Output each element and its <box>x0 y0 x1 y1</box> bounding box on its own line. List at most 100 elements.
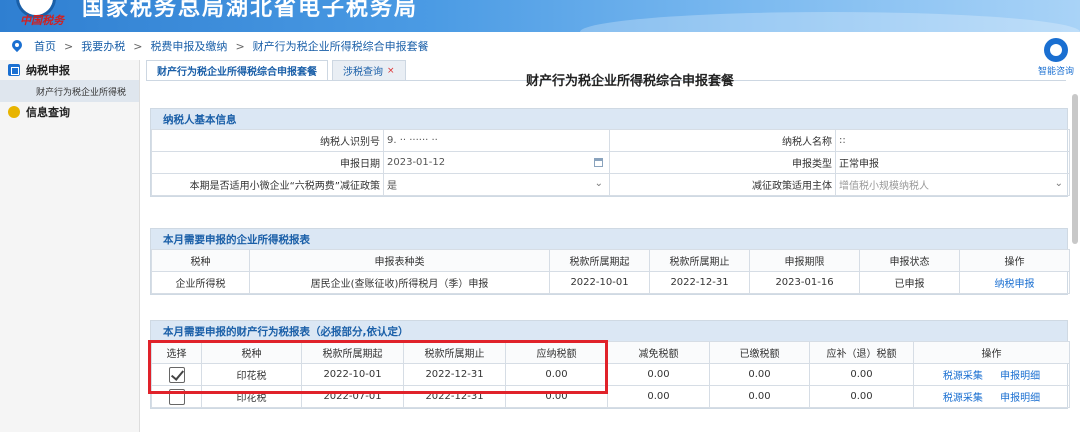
source-collect-link[interactable]: 税源采集 <box>943 371 983 382</box>
column-header: 申报表种类 <box>249 249 550 272</box>
filing-icon <box>8 64 20 76</box>
chevron-down-icon: ⌄ <box>594 178 603 189</box>
cell-due: 0.00 <box>809 385 914 408</box>
breadcrumb-home[interactable]: 首页 <box>34 38 56 54</box>
panel-title: 纳税人基本信息 <box>151 109 1067 129</box>
cell-relief: 0.00 <box>607 385 710 408</box>
sidebar-group-filing[interactable]: 纳税申报 <box>0 60 139 80</box>
assistant-label: 智能咨询 <box>1037 67 1074 77</box>
row-checkbox[interactable] <box>168 366 185 383</box>
tab-bar: 财产行为税企业所得税综合申报套餐 涉税查询 × <box>146 60 410 80</box>
sidebar-group-label: 纳税申报 <box>26 64 70 77</box>
sidebar-item-combined-filing[interactable]: 财产行为税企业所得税 <box>0 80 139 102</box>
column-header: 税款所属期止 <box>649 249 750 272</box>
subject-value: 增值税小规模纳税人 <box>839 181 929 192</box>
close-icon[interactable]: × <box>387 66 395 76</box>
cell-end: 2022-12-31 <box>403 385 506 408</box>
breadcrumb-separator: > <box>64 39 74 53</box>
cell-payable: 0.00 <box>505 385 608 408</box>
filing-detail-link[interactable]: 申报明细 <box>1000 393 1040 404</box>
cell-payable: 0.00 <box>505 363 608 386</box>
location-pin-icon <box>12 40 22 52</box>
logo-text: 中国税务 <box>20 14 64 27</box>
filing-detail-link[interactable]: 申报明细 <box>1000 371 1040 382</box>
taxpayer-name-value: :: <box>835 129 1070 152</box>
basic-info-table: 纳税人识别号 9. ·· ······ ·· 纳税人名称 :: 申报日期 202… <box>151 129 1070 196</box>
breadcrumb-filing[interactable]: 税费申报及缴纳 <box>150 38 227 54</box>
calendar-icon[interactable] <box>594 158 603 167</box>
file-tax-link[interactable]: 纳税申报 <box>995 279 1035 290</box>
row-checkbox[interactable] <box>168 388 185 405</box>
column-header: 税款所属期起 <box>301 341 404 364</box>
tab-tax-query[interactable]: 涉税查询 × <box>332 60 406 80</box>
sidebar: 纳税申报 财产行为税企业所得税 信息查询 <box>0 60 140 432</box>
breadcrumb-current[interactable]: 财产行为税企业所得税综合申报套餐 <box>253 38 429 54</box>
breadcrumb-separator: > <box>235 39 245 53</box>
field-label: 纳税人名称 <box>609 129 836 152</box>
breadcrumb-separator: > <box>133 39 143 53</box>
scrollbar[interactable] <box>1072 94 1078 244</box>
taxpayer-id-value: 9. ·· ······ ·· <box>383 129 610 152</box>
column-header: 申报期限 <box>749 249 860 272</box>
table-row: 印花税 2022-10-01 2022-12-31 0.00 0.00 0.00… <box>151 363 1070 386</box>
column-header: 减免税额 <box>607 341 710 364</box>
field-label: 申报日期 <box>151 151 384 174</box>
source-collect-link[interactable]: 税源采集 <box>943 393 983 404</box>
cit-report-panel: 本月需要申报的企业所得税报表 税种 申报表种类 税款所属期起 税款所属期止 申报… <box>150 228 1070 295</box>
cell-end: 2022-12-31 <box>649 271 750 294</box>
page-title: 财产行为税企业所得税综合申报套餐 <box>525 74 734 89</box>
sidebar-group-info-query[interactable]: 信息查询 <box>0 102 139 122</box>
filing-date-field[interactable]: 2023-01-12 <box>383 151 610 174</box>
subject-select[interactable]: 增值税小规模纳税人 ⌄ <box>835 173 1070 196</box>
cell-tax: 企业所得税 <box>151 271 250 294</box>
column-header: 应补（退）税额 <box>809 341 914 364</box>
panel-title: 本月需要申报的财产行为税报表（必报部分,依认定） <box>151 321 1067 341</box>
field-label: 减征政策适用主体 <box>609 173 836 196</box>
site-title: 国家税务总局湖北省电子税务局 <box>82 0 419 21</box>
panel-title: 本月需要申报的企业所得税报表 <box>151 229 1067 249</box>
column-header: 税种 <box>151 249 250 272</box>
smart-consult-button[interactable]: 智能咨询 <box>1032 34 1080 82</box>
top-banner: 中国税务 国家税务总局湖北省电子税务局 <box>0 0 1080 32</box>
cell-relief: 0.00 <box>607 363 710 386</box>
banner-decoration <box>580 12 1080 32</box>
column-header: 选择 <box>151 341 202 364</box>
cell-status: 已申报 <box>859 271 960 294</box>
cell-start: 2022-07-01 <box>301 385 404 408</box>
field-label: 申报类型 <box>609 151 836 174</box>
column-header: 应纳税额 <box>505 341 608 364</box>
cell-start: 2022-10-01 <box>549 271 650 294</box>
info-icon <box>8 106 20 118</box>
field-label: 本期是否适用小微企业“六税两费”减征政策 <box>151 173 384 196</box>
cell-tax: 印花税 <box>201 385 302 408</box>
table-row: 企业所得税 居民企业(查账征收)所得税月（季）申报 2022-10-01 202… <box>151 271 1070 294</box>
table-row: 印花税 2022-07-01 2022-12-31 0.00 0.00 0.00… <box>151 385 1070 408</box>
cell-deadline: 2023-01-16 <box>749 271 860 294</box>
column-header: 已缴税额 <box>709 341 810 364</box>
property-tax-table: 选择 税种 税款所属期起 税款所属期止 应纳税额 减免税额 已缴税额 应补（退）… <box>151 341 1070 408</box>
tab-combined-filing[interactable]: 财产行为税企业所得税综合申报套餐 <box>146 60 328 80</box>
column-header: 申报状态 <box>859 249 960 272</box>
cell-paid: 0.00 <box>709 363 810 386</box>
column-header: 操作 <box>959 249 1070 272</box>
chevron-down-icon: ⌄ <box>1054 178 1063 189</box>
policy-select[interactable]: 是 ⌄ <box>383 173 610 196</box>
assistant-icon <box>1044 38 1068 62</box>
sidebar-group-label: 信息查询 <box>26 106 70 119</box>
cell-due: 0.00 <box>809 363 914 386</box>
filing-type-value: 正常申报 <box>835 151 1070 174</box>
filing-date-value: 2023-01-12 <box>387 157 446 168</box>
column-header: 操作 <box>913 341 1070 364</box>
tab-label: 涉税查询 <box>343 67 383 78</box>
cell-end: 2022-12-31 <box>403 363 506 386</box>
cell-paid: 0.00 <box>709 385 810 408</box>
cit-table: 税种 申报表种类 税款所属期起 税款所属期止 申报期限 申报状态 操作 企业所得… <box>151 249 1070 294</box>
policy-value: 是 <box>387 181 397 192</box>
property-tax-panel: 本月需要申报的财产行为税报表（必报部分,依认定） 选择 税种 税款所属期起 税款… <box>150 320 1070 409</box>
cell-start: 2022-10-01 <box>301 363 404 386</box>
column-header: 税款所属期起 <box>549 249 650 272</box>
column-header: 税种 <box>201 341 302 364</box>
cell-tax: 印花税 <box>201 363 302 386</box>
breadcrumb-my-tax[interactable]: 我要办税 <box>81 38 125 54</box>
basic-info-panel: 纳税人基本信息 纳税人识别号 9. ·· ······ ·· 纳税人名称 :: … <box>150 108 1070 197</box>
